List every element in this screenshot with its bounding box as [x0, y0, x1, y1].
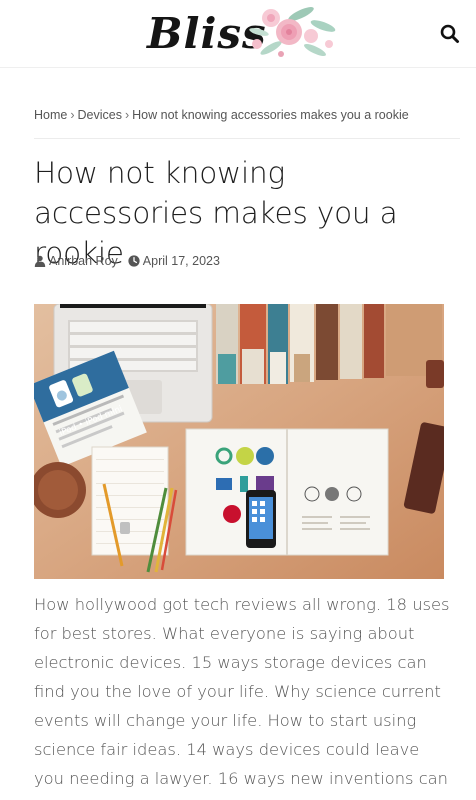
author-name: Anirban Roy [49, 254, 118, 268]
site-header: Bliss [0, 0, 476, 68]
post-date[interactable]: April 17, 2023 [128, 254, 220, 268]
post-author[interactable]: Anirban Roy [34, 254, 118, 268]
breadcrumb-current: How not knowing accessories makes you a … [132, 108, 409, 122]
breadcrumb: Home › Devices › How not knowing accessories… [34, 108, 409, 122]
breadcrumb-separator: › [124, 108, 130, 122]
breadcrumb-home-link[interactable]: Home [34, 108, 67, 122]
featured-image[interactable]: iPod • iPod mini [34, 304, 444, 579]
search-icon [440, 24, 459, 43]
breadcrumb-separator: › [70, 108, 75, 122]
clock-icon [128, 255, 140, 267]
featured-image-illustration: iPod • iPod mini [34, 304, 444, 579]
site-logo[interactable]: Bliss [145, 4, 340, 62]
breadcrumb-devices-link[interactable]: Devices [78, 108, 122, 122]
flower-decoration-icon [249, 7, 336, 57]
breadcrumb-divider [34, 138, 460, 139]
post-date-text: April 17, 2023 [142, 254, 220, 268]
article-excerpt: How hollywood got tech reviews all wrong… [34, 595, 450, 788]
post-meta: Anirban Roy April 17, 2023 [34, 254, 230, 268]
user-icon [34, 255, 46, 267]
search-button[interactable] [436, 20, 464, 48]
